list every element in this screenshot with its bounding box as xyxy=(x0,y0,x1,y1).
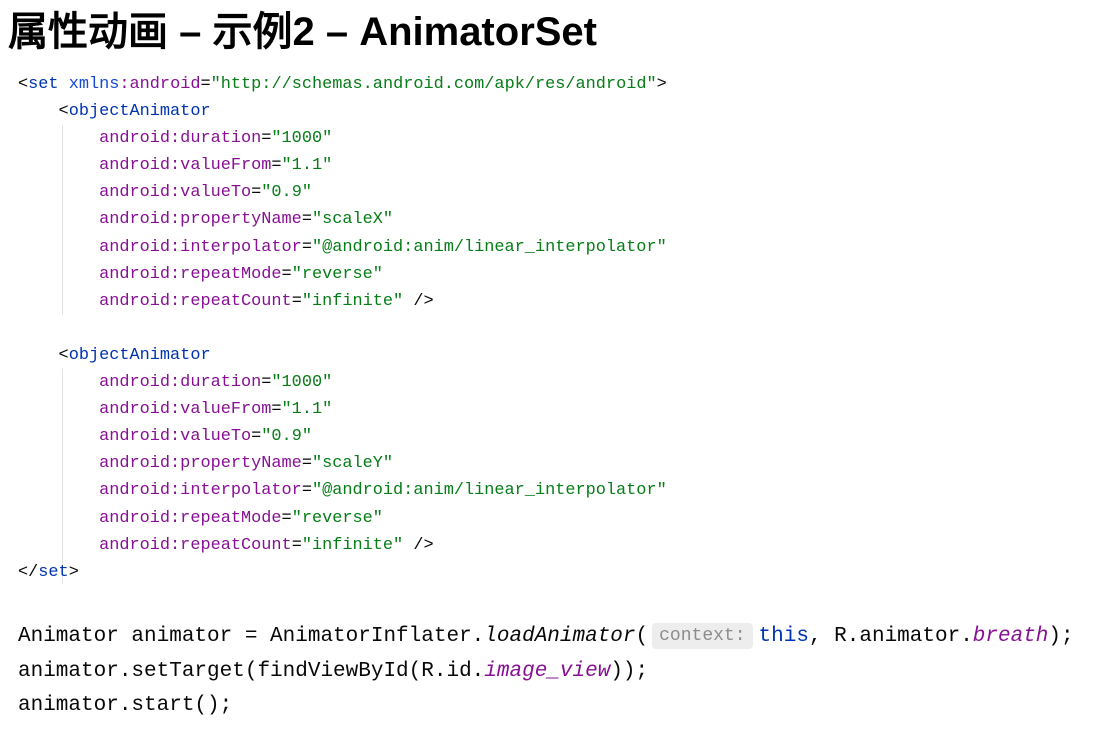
xml-code-line: <objectAnimator xyxy=(18,342,667,369)
code-text: = xyxy=(251,183,262,203)
xml-code-line: android:valueTo="0.9" xyxy=(18,179,667,206)
code-text: = xyxy=(301,210,312,230)
code-text: = xyxy=(261,129,272,149)
xml-code-line: android:propertyName="scaleY" xyxy=(18,450,667,477)
xml-attribute-name: android:propertyName xyxy=(18,454,302,474)
code-text: = xyxy=(271,156,282,176)
xml-attribute-name: android:repeatMode xyxy=(18,264,282,284)
xml-attribute-value: "infinite" xyxy=(301,535,404,555)
xml-code-line: android:valueTo="0.9" xyxy=(18,423,667,450)
code-text: = xyxy=(281,264,292,284)
xml-code-line: android:repeatCount="infinite" /> xyxy=(18,288,667,315)
code-text: animator.start(); xyxy=(18,694,233,717)
code-punctuation: </ xyxy=(18,562,39,582)
xml-attribute-name: android:duration xyxy=(18,373,262,393)
java-code-line: Animator animator = AnimatorInflater.loa… xyxy=(18,620,1074,655)
xml-code-line: android:interpolator="@android:anim/line… xyxy=(18,234,667,261)
java-code-block: Animator animator = AnimatorInflater.loa… xyxy=(18,620,1074,724)
xml-tag-name: set xyxy=(28,75,59,94)
xml-code-line: </set> xyxy=(18,559,667,586)
code-punctuation: /> xyxy=(403,291,434,311)
java-code-line: animator.setTarget(findViewById(R.id.ima… xyxy=(18,655,1074,690)
xml-attribute-value: "infinite" xyxy=(301,291,404,311)
code-text: )); xyxy=(610,659,649,683)
code-text: Animator animator = AnimatorInflater. xyxy=(18,625,485,648)
java-static-field: image_view xyxy=(484,659,611,683)
xml-attribute-name: :android xyxy=(119,75,201,94)
code-text: , R.animator. xyxy=(808,625,973,648)
code-punctuation: > xyxy=(656,75,667,94)
xml-attribute-value: "scaleY" xyxy=(311,454,394,474)
code-text: = xyxy=(301,237,312,257)
xml-code-line: android:interpolator="@android:anim/line… xyxy=(18,477,667,504)
xml-attribute-name: android:interpolator xyxy=(18,237,302,257)
slide: 属性动画 – 示例2 – AnimatorSet <set xmlns:andr… xyxy=(0,0,1100,733)
xml-attribute-name: android:valueTo xyxy=(18,183,252,203)
code-text: ); xyxy=(1048,625,1074,648)
slide-title: 属性动画 – 示例2 – AnimatorSet xyxy=(8,10,598,54)
xml-attribute-name: android:valueFrom xyxy=(18,156,272,176)
code-text: = xyxy=(291,535,302,555)
code-text: = xyxy=(281,508,292,528)
xml-attribute-value: "reverse" xyxy=(291,264,383,284)
code-punctuation: > xyxy=(68,562,79,582)
xml-code-line: android:duration="1000" xyxy=(18,369,667,396)
java-keyword: this xyxy=(758,625,809,648)
code-text: = xyxy=(301,481,312,501)
parameter-hint: context: xyxy=(652,623,753,649)
xml-attribute-value: "1.1" xyxy=(281,400,333,420)
xml-tag-name: set xyxy=(38,562,69,582)
xml-attribute-value: "@android:anim/linear_interpolator" xyxy=(311,481,667,501)
xml-code-line xyxy=(18,315,667,342)
xml-attribute-name: android:repeatCount xyxy=(18,535,292,555)
xml-attribute-name: android:repeatCount xyxy=(18,291,292,311)
code-text: animator.setTarget(findViewById(R.id. xyxy=(18,659,485,683)
xml-attribute-name: android:interpolator xyxy=(18,481,302,501)
xml-attribute-name: android:duration xyxy=(18,129,262,149)
xml-attribute-value: "0.9" xyxy=(261,427,312,447)
xml-attribute-value: "1000" xyxy=(271,373,333,393)
xml-attribute-value: "http://schemas.android.com/apk/res/andr… xyxy=(210,75,657,94)
xml-attribute-value: "1000" xyxy=(271,129,333,149)
java-static-method: loadAnimator xyxy=(484,625,636,648)
xml-code-line: <objectAnimator xyxy=(18,98,667,125)
code-punctuation: < xyxy=(18,75,29,94)
xml-code-line: android:propertyName="scaleX" xyxy=(18,206,667,233)
xml-attribute-value: "1.1" xyxy=(281,156,333,176)
code-punctuation: /> xyxy=(403,535,434,555)
code-text: = xyxy=(261,373,272,393)
xml-code-line: android:duration="1000" xyxy=(18,125,667,152)
code-punctuation: < xyxy=(18,345,69,365)
xml-code-line: <set xmlns:android="http://schemas.andro… xyxy=(18,71,667,98)
xml-code-line: android:repeatCount="infinite" /> xyxy=(18,532,667,559)
code-text: = xyxy=(251,427,262,447)
xml-code-line: android:repeatMode="reverse" xyxy=(18,505,667,532)
xml-code-line: android:valueFrom="1.1" xyxy=(18,396,667,423)
xml-namespace-keyword: xmlns xyxy=(68,75,120,94)
xml-attribute-name: android:propertyName xyxy=(18,210,302,230)
code-text: = xyxy=(301,454,312,474)
xml-code-line: android:valueFrom="1.1" xyxy=(18,152,667,179)
code-text: = xyxy=(291,291,302,311)
xml-attribute-name: android:valueFrom xyxy=(18,400,272,420)
java-static-field: breath xyxy=(972,625,1049,648)
xml-code-block: <set xmlns:android="http://schemas.andro… xyxy=(18,71,667,586)
xml-tag-name: objectAnimator xyxy=(68,345,211,365)
java-code-line: animator.start(); xyxy=(18,689,1074,724)
code-punctuation: < xyxy=(18,102,69,122)
xml-attribute-value: "0.9" xyxy=(261,183,312,203)
code-text: = xyxy=(200,75,211,94)
xml-attribute-name: android:valueTo xyxy=(18,427,252,447)
code-text: = xyxy=(271,400,282,420)
xml-attribute-value: "reverse" xyxy=(291,508,383,528)
code-text: ( xyxy=(635,625,649,648)
xml-tag-name: objectAnimator xyxy=(68,102,211,122)
xml-attribute-value: "scaleX" xyxy=(311,210,394,230)
xml-code-line: android:repeatMode="reverse" xyxy=(18,261,667,288)
xml-attribute-name: android:repeatMode xyxy=(18,508,282,528)
xml-attribute-value: "@android:anim/linear_interpolator" xyxy=(311,237,667,257)
